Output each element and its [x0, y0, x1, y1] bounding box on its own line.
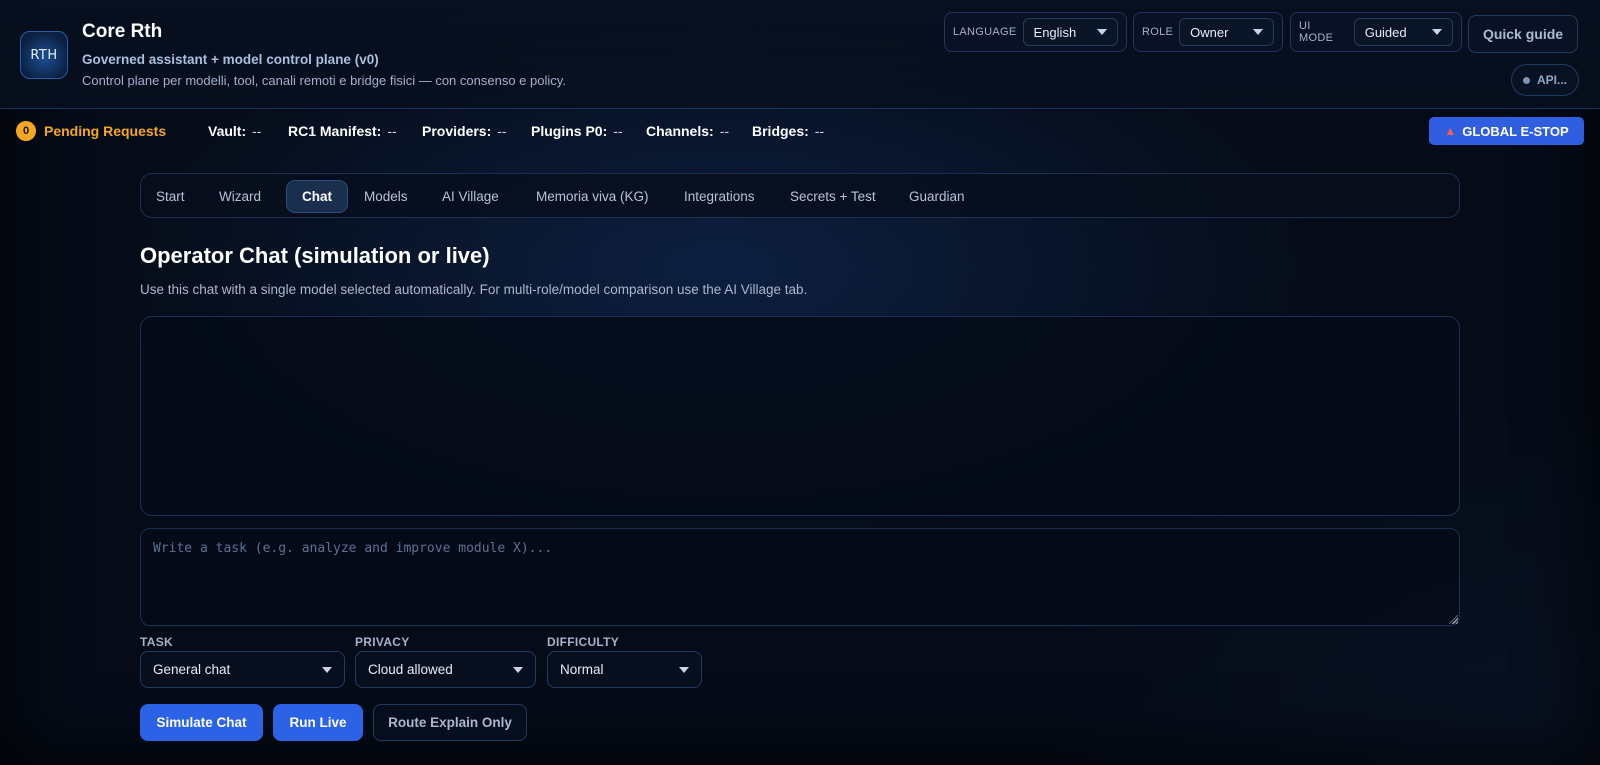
task-input[interactable]: [140, 528, 1460, 626]
role-select[interactable]: Owner: [1179, 18, 1274, 46]
chevron-down-icon: [1097, 29, 1107, 35]
ui-mode-control: UI MODE Guided: [1290, 12, 1462, 52]
app-header: RTH Core Rth Governed assistant + model …: [0, 0, 1600, 109]
status-plugins-p0: Plugins P0: --: [531, 123, 623, 139]
tab-memoria-viva[interactable]: Memoria viva (KG): [521, 180, 664, 213]
status-rc1-manifest-label: RC1 Manifest:: [288, 123, 382, 139]
status-providers-value: --: [497, 123, 507, 139]
task-select-value: General chat: [153, 662, 231, 677]
tab-guardian[interactable]: Guardian: [894, 180, 980, 213]
status-bridges: Bridges: --: [752, 123, 824, 139]
language-label: LANGUAGE: [953, 26, 1017, 38]
route-explain-button[interactable]: Route Explain Only: [373, 704, 527, 741]
privacy-select-value: Cloud allowed: [368, 662, 453, 677]
role-label: ROLE: [1142, 26, 1174, 38]
tab-ai-village[interactable]: AI Village: [427, 180, 514, 213]
task-field-label: TASK: [140, 635, 173, 649]
ui-mode-label: UI MODE: [1299, 20, 1334, 44]
chevron-down-icon: [1253, 29, 1263, 35]
role-value: Owner: [1190, 24, 1229, 40]
privacy-select[interactable]: Cloud allowed: [355, 651, 536, 688]
tab-chat[interactable]: Chat: [286, 180, 348, 213]
status-vault-label: Vault:: [208, 123, 247, 139]
page-description: Use this chat with a single model select…: [140, 282, 808, 297]
page-title: Operator Chat (simulation or live): [140, 243, 490, 268]
status-plugins-p0-label: Plugins P0:: [531, 123, 608, 139]
simulate-chat-button[interactable]: Simulate Chat: [140, 704, 263, 741]
run-live-button[interactable]: Run Live: [273, 704, 363, 741]
language-control: LANGUAGE English: [944, 12, 1127, 52]
pending-count-badge: 0: [16, 121, 36, 141]
status-bar: 0 Pending Requests Vault: -- RC1 Manifest…: [0, 109, 1600, 155]
tab-wizard[interactable]: Wizard: [204, 180, 276, 213]
tab-models[interactable]: Models: [349, 180, 423, 213]
chevron-down-icon: [679, 666, 689, 673]
language-value: English: [1033, 24, 1077, 40]
chevron-down-icon: [322, 666, 332, 673]
tab-start[interactable]: Start: [141, 180, 200, 213]
app-description: Control plane per modelli, tool, canali …: [82, 73, 566, 88]
app-logo: RTH: [20, 31, 68, 79]
chevron-down-icon: [1432, 29, 1442, 35]
role-control: ROLE Owner: [1133, 12, 1283, 52]
task-select[interactable]: General chat: [140, 651, 345, 688]
status-plugins-p0-value: --: [613, 123, 623, 139]
ui-mode-value: Guided: [1364, 24, 1407, 40]
status-bridges-value: --: [814, 123, 825, 139]
global-estop-label: GLOBAL E-STOP: [1462, 123, 1569, 139]
main-tab-bar: Start Wizard Chat Models AI Village Memo…: [140, 173, 1460, 218]
status-dot-icon: [1522, 76, 1530, 84]
global-estop-button[interactable]: ▲ GLOBAL E-STOP: [1429, 117, 1584, 145]
app-subtitle: Governed assistant + model control plane…: [82, 52, 379, 67]
difficulty-select-value: Normal: [560, 662, 604, 677]
resize-handle-icon[interactable]: [1449, 615, 1458, 624]
api-status-label: API...: [1536, 73, 1567, 87]
privacy-field-label: PRIVACY: [355, 635, 410, 649]
difficulty-select[interactable]: Normal: [547, 651, 702, 688]
tab-secrets-test[interactable]: Secrets + Test: [775, 180, 891, 213]
chevron-down-icon: [513, 666, 523, 673]
language-select[interactable]: English: [1022, 18, 1118, 46]
status-bridges-label: Bridges:: [752, 123, 809, 139]
status-channels-label: Channels:: [646, 123, 714, 139]
api-status-pill[interactable]: API...: [1511, 64, 1579, 96]
status-vault: Vault: --: [208, 123, 261, 139]
status-providers-label: Providers:: [422, 123, 492, 139]
difficulty-field-label: DIFFICULTY: [547, 635, 620, 649]
tab-integrations[interactable]: Integrations: [669, 180, 770, 213]
app-title: Core Rth: [82, 21, 163, 42]
status-vault-value: --: [252, 123, 262, 139]
chat-log[interactable]: [140, 316, 1460, 516]
status-channels-value: --: [719, 123, 730, 139]
siren-icon: ▲: [1444, 124, 1457, 138]
status-rc1-manifest: RC1 Manifest: --: [288, 123, 397, 139]
quick-guide-button[interactable]: Quick guide: [1468, 15, 1578, 53]
status-channels: Channels: --: [646, 123, 729, 139]
status-providers: Providers: --: [422, 123, 507, 139]
status-rc1-manifest-value: --: [387, 123, 397, 139]
pending-requests-link[interactable]: Pending Requests: [44, 123, 166, 139]
ui-mode-select[interactable]: Guided: [1353, 18, 1453, 46]
